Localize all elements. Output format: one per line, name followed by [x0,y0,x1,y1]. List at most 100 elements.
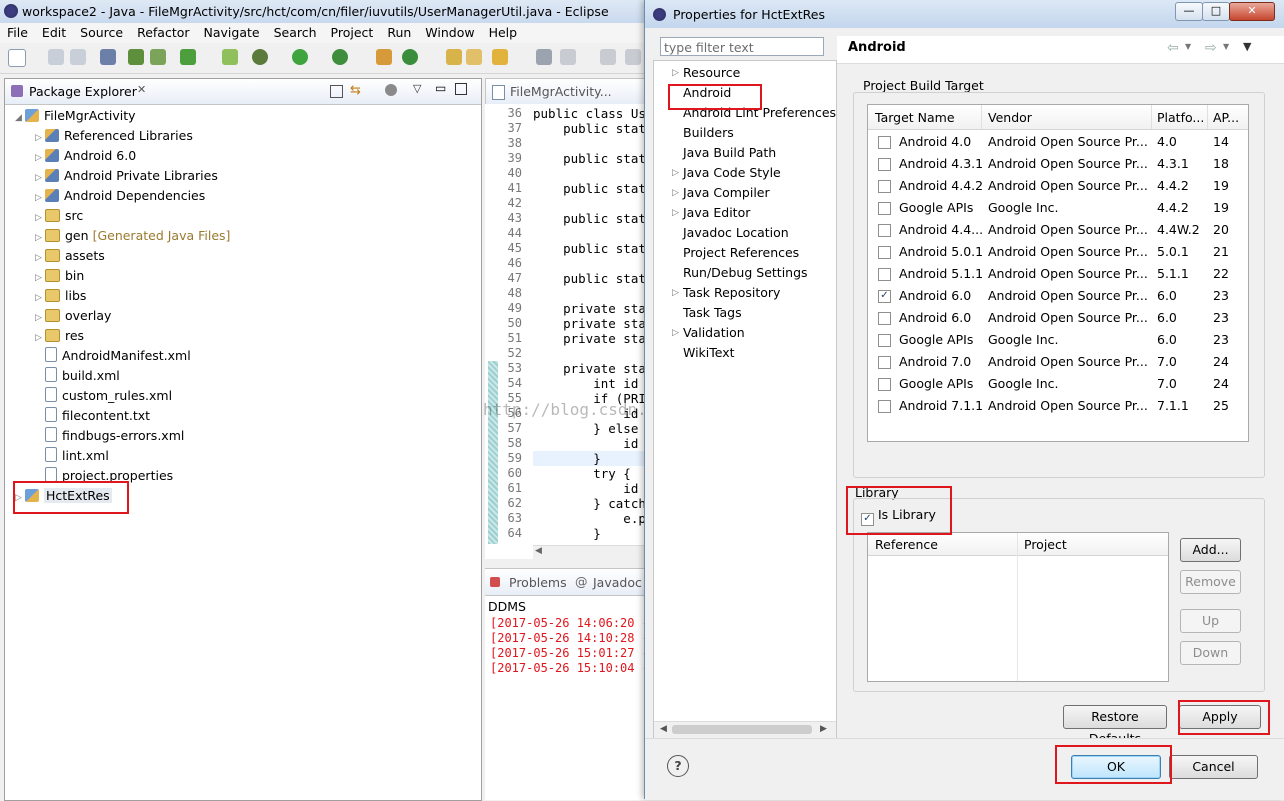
nav-item[interactable]: Task Tags [683,303,742,323]
new-android-project-icon[interactable] [222,49,238,65]
target-checkbox[interactable] [878,158,891,171]
nav-item[interactable]: Validation [683,323,745,343]
col-target-name[interactable]: Target Name [875,110,955,125]
tree-item[interactable]: build.xml [35,366,120,386]
nav-item[interactable]: WikiText [683,343,735,363]
code-line[interactable]: } [533,526,601,541]
target-checkbox[interactable] [878,312,891,325]
back-icon[interactable] [600,49,616,65]
tree-root-project[interactable]: ◢ FileMgrActivity [15,106,136,126]
build-target-row[interactable]: Android 4.4... Android Open Source Pr... 4… [868,219,1248,241]
open-type-icon[interactable] [446,49,462,65]
col-reference[interactable]: Reference [875,537,938,552]
back-dropdown-icon[interactable]: ▼ [1185,42,1191,51]
sdk-manager-icon[interactable] [128,49,144,65]
scroll-thumb[interactable] [672,725,812,734]
tree-item[interactable]: ▷ gen [Generated Java Files] [35,226,230,246]
close-view-icon[interactable]: ✕ [137,83,146,96]
target-checkbox[interactable] [878,378,891,391]
menu-source[interactable]: Source [73,23,130,42]
nav-item[interactable]: Run/Debug Settings [683,263,808,283]
code-line[interactable]: private stat [533,361,653,376]
back-nav-icon[interactable]: ⇦ [1167,40,1179,56]
filter-input[interactable]: type filter text [660,37,824,56]
tree-item[interactable]: lint.xml [35,446,109,466]
expanded-arrow-icon[interactable]: ◢ [15,108,25,128]
scroll-left-icon[interactable]: ◀ [660,724,667,734]
col-api[interactable]: AP... [1213,110,1239,125]
collapsed-arrow-icon[interactable]: ▷ [672,208,679,218]
code-line[interactable]: id = [533,436,653,451]
code-line[interactable]: } catch [533,496,646,511]
build-target-row[interactable]: Google APIs Google Inc. 7.0 24 [868,373,1248,395]
code-line[interactable]: e.pr [533,511,653,526]
tab-problems[interactable]: Problems [509,575,567,590]
scroll-left-icon[interactable]: ◀ [535,546,542,556]
code-line[interactable]: private stat [533,301,653,316]
tree-item[interactable]: ▷ Referenced Libraries [35,126,193,146]
build-target-row[interactable]: Android 4.3.1 Android Open Source Pr... 4.… [868,153,1248,175]
target-checkbox[interactable] [878,202,891,215]
menu-file[interactable]: File [0,23,35,42]
code-line[interactable]: public stati [533,181,653,196]
open-folder-icon[interactable] [466,49,482,65]
target-checkbox[interactable] [878,224,891,237]
target-checkbox[interactable] [878,180,891,193]
code-line[interactable]: public stati [533,211,653,226]
target-checkbox[interactable] [878,334,891,347]
new-class-icon[interactable] [402,49,418,65]
tree-item[interactable]: ▷ Android Dependencies [35,186,205,206]
maximize-view-icon[interactable] [455,83,467,95]
menu-window[interactable]: Window [418,23,481,42]
menu-refactor[interactable]: Refactor [130,23,196,42]
nav-item[interactable]: Java Build Path [683,143,776,163]
code-line[interactable]: public stati [533,151,653,166]
minimize-window-icon[interactable]: — [1175,2,1203,21]
up-button[interactable]: Up [1180,609,1241,633]
collapsed-arrow-icon[interactable]: ▷ [35,128,45,148]
new-icon[interactable] [8,49,26,67]
view-menu-icon[interactable]: ▽ [413,82,421,95]
minimize-view-icon[interactable]: ▭ [435,81,446,95]
avd-manager-icon[interactable] [150,49,166,65]
last-edit-icon[interactable] [560,49,576,65]
collapse-all-icon[interactable] [330,85,343,98]
collapsed-arrow-icon[interactable]: ▷ [35,328,45,348]
skip-breakpoints-icon[interactable] [100,49,116,65]
target-checkbox[interactable] [878,268,891,281]
collapsed-arrow-icon[interactable]: ▷ [672,188,679,198]
code-line[interactable]: } else i [533,421,653,436]
menu-run[interactable]: Run [380,23,418,42]
col-platform[interactable]: Platfo... [1157,110,1204,125]
close-window-icon[interactable]: ✕ [1229,2,1275,21]
scroll-right-icon[interactable]: ▶ [820,724,827,734]
code-line[interactable]: public stati [533,271,653,286]
nav-item[interactable]: Java Editor [683,203,750,223]
nav-item[interactable]: Java Code Style [683,163,781,183]
tree-item[interactable]: AndroidManifest.xml [35,346,191,366]
run-icon[interactable] [292,49,308,65]
collapsed-arrow-icon[interactable]: ▷ [35,308,45,328]
build-target-row[interactable]: Google APIs Google Inc. 4.4.2 19 [868,197,1248,219]
collapsed-arrow-icon[interactable]: ▷ [35,208,45,228]
build-target-row[interactable]: Android 7.0 Android Open Source Pr... 7.0 2… [868,351,1248,373]
tree-item[interactable]: ▷ assets [35,246,105,266]
tree-item[interactable]: ▷ bin [35,266,84,286]
new-java-project-icon[interactable] [376,49,392,65]
annotation-nav-icon[interactable] [536,49,552,65]
code-line[interactable]: id = [533,481,653,496]
focus-task-icon[interactable] [385,84,397,96]
code-line[interactable]: } [533,451,601,466]
code-line[interactable]: try { [533,466,631,481]
reference-table[interactable]: Reference Project [867,532,1169,682]
build-target-row[interactable]: Android 6.0 Android Open Source Pr... 6.0 2… [868,307,1248,329]
build-target-row[interactable]: ✓ Android 6.0 Android Open Source Pr... 6.0… [868,285,1248,307]
build-target-row[interactable]: Google APIs Google Inc. 6.0 23 [868,329,1248,351]
tree-item[interactable]: findbugs-errors.xml [35,426,184,446]
debug-icon[interactable] [252,49,268,65]
collapsed-arrow-icon[interactable]: ▷ [35,288,45,308]
nav-item[interactable]: Project References [683,243,799,263]
menu-search[interactable]: Search [267,23,324,42]
nav-item[interactable]: Task Repository [683,283,780,303]
build-target-row[interactable]: Android 5.1.1 Android Open Source Pr... 5.… [868,263,1248,285]
